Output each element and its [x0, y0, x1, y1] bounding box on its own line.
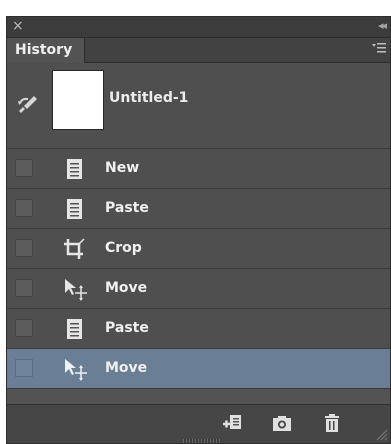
resize-grip-icon[interactable] [374, 427, 388, 441]
move-tool-icon [65, 279, 87, 301]
move-tool-icon [65, 359, 87, 381]
history-state-label: Move [105, 360, 148, 376]
document-icon [67, 199, 82, 219]
document-icon [67, 319, 82, 339]
history-state-label: Move [105, 280, 148, 296]
document-icon [67, 159, 82, 179]
panel-resize-handle[interactable] [183, 439, 221, 443]
panel-titlebar: × ◂◂ [7, 17, 390, 38]
history-state-label: Paste [105, 320, 149, 336]
panel-footer [7, 404, 390, 443]
history-state-label: New [105, 160, 140, 176]
trash-icon[interactable] [321, 413, 343, 433]
history-source-checkbox[interactable] [15, 359, 33, 377]
snapshot-label: Untitled-1 [109, 90, 189, 106]
history-state-row[interactable]: Paste [7, 309, 390, 349]
history-panel: × ◂◂ History Untitled-1 New Paste Crop M… [6, 16, 391, 444]
history-source-checkbox[interactable] [15, 159, 33, 177]
panel-tabbar: History [7, 38, 390, 63]
snapshot-row[interactable]: Untitled-1 [7, 63, 390, 149]
tab-history[interactable]: History [7, 38, 85, 63]
history-state-row[interactable]: Crop [7, 229, 390, 269]
history-state-row[interactable]: Move [7, 269, 390, 309]
snapshot-thumbnail[interactable] [52, 70, 104, 130]
history-state-row[interactable]: New [7, 149, 390, 189]
new-document-from-state-icon[interactable] [221, 413, 243, 433]
history-source-checkbox[interactable] [15, 239, 33, 257]
history-source-checkbox[interactable] [15, 199, 33, 217]
crop-icon [64, 238, 85, 259]
history-source-checkbox[interactable] [15, 319, 33, 337]
close-icon[interactable]: × [12, 18, 24, 34]
history-brush-icon[interactable] [16, 92, 40, 116]
camera-icon[interactable] [271, 413, 293, 433]
history-state-row[interactable]: Paste [7, 189, 390, 229]
history-state-label: Paste [105, 200, 149, 216]
history-state-row-selected[interactable]: Move [7, 349, 390, 389]
history-source-checkbox[interactable] [15, 279, 33, 297]
collapse-icon[interactable]: ◂◂ [378, 18, 387, 34]
history-state-label: Crop [105, 240, 142, 256]
panel-menu-icon[interactable] [372, 41, 386, 55]
